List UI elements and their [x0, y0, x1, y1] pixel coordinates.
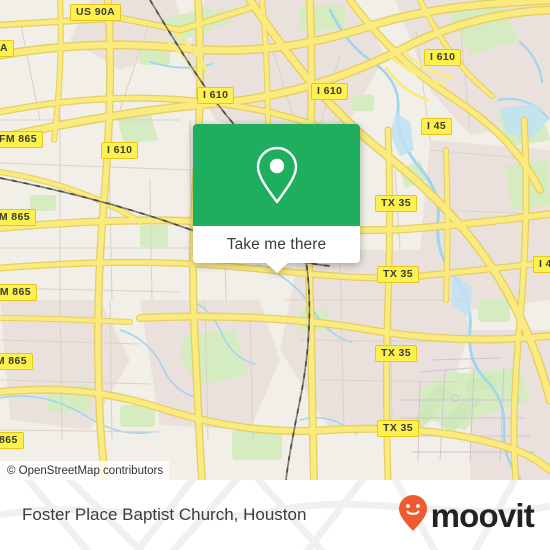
road-shield: FM 865 — [0, 353, 33, 370]
road-shield: I 610 — [424, 49, 462, 66]
road-shield: I 4 — [533, 256, 550, 273]
road-shield: FM 865 — [0, 131, 43, 148]
moovit-map-screenshot: US 90A A I 610 I 610 I 610 FM 865 I 610 I 45 FM … — [0, 0, 550, 550]
road-shield: TX 35 — [377, 266, 420, 283]
callout-pointer-tail — [265, 263, 288, 273]
moovit-brand[interactable]: moovit — [398, 480, 535, 550]
callout-header — [193, 124, 360, 226]
road-shield: 865 — [0, 432, 24, 449]
road-shield: FM 865 — [0, 209, 36, 226]
take-me-there-label: Take me there — [226, 235, 327, 253]
osm-attribution-text: © OpenStreetMap contributors — [7, 464, 164, 477]
road-shield: I 45 — [421, 118, 453, 135]
road-shield: TX 35 — [375, 345, 418, 362]
road-shield: I 610 — [101, 142, 139, 159]
road-shield: TX 35 — [375, 195, 418, 212]
road-shield: A — [0, 40, 14, 57]
place-title-text: Foster Place Baptist Church, Houston — [22, 505, 307, 524]
road-shield: US 90A — [70, 4, 122, 21]
place-title: Foster Place Baptist Church, Houston — [22, 480, 306, 550]
road-shield: I 610 — [311, 83, 349, 100]
map-canvas[interactable]: US 90A A I 610 I 610 I 610 FM 865 I 610 I 45 FM … — [0, 0, 550, 480]
road-shield: FM 865 — [0, 284, 37, 301]
moovit-wordmark: moovit — [430, 496, 535, 534]
road-shield: TX 35 — [377, 420, 420, 437]
take-me-there-button[interactable]: Take me there — [193, 226, 360, 263]
osm-attribution[interactable]: © OpenStreetMap contributors — [0, 461, 170, 480]
moovit-smiley-pin-icon — [398, 494, 428, 537]
callout-body: Take me there — [193, 124, 360, 263]
footer-bar: Foster Place Baptist Church, Houston moo… — [0, 480, 550, 550]
road-shield: I 610 — [197, 87, 235, 104]
location-pin-icon — [254, 145, 300, 205]
location-callout-card[interactable]: Take me there — [193, 124, 360, 273]
